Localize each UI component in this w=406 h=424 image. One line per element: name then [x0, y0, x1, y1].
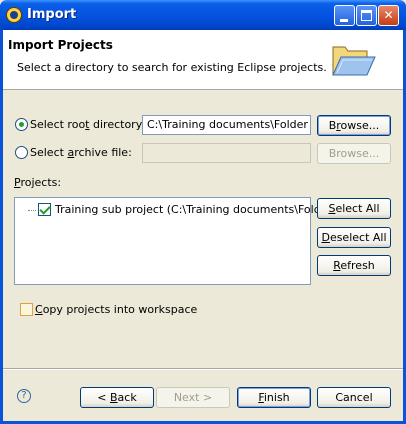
projects-list[interactable]: Training sub project (C:\Training docume…	[14, 197, 336, 285]
window-title: Import	[27, 7, 77, 22]
tree-connector	[28, 210, 36, 211]
root-browse-button[interactable]: Browse...	[317, 115, 391, 136]
archive-file-radio[interactable]	[15, 146, 28, 159]
root-directory-radio[interactable]	[15, 118, 28, 131]
copy-projects-checkbox[interactable]	[20, 303, 33, 316]
select-all-button[interactable]: Select All	[317, 198, 391, 219]
project-checkbox[interactable]	[38, 203, 51, 216]
archive-file-label[interactable]: Select archive file:	[30, 146, 132, 159]
refresh-button[interactable]: Refresh	[317, 255, 391, 276]
maximize-button[interactable]	[356, 5, 377, 26]
page-description: Select a directory to search for existin…	[17, 61, 327, 74]
root-directory-input[interactable]: C:\Training documents\Folder	[142, 115, 311, 135]
projects-label: Projects:	[14, 176, 62, 189]
help-icon[interactable]: ?	[17, 389, 31, 403]
project-item-label[interactable]: Training sub project (C:\Training docume…	[55, 203, 336, 216]
wizard-header: Import Projects Select a directory to se…	[3, 30, 403, 90]
cancel-button[interactable]: Cancel	[317, 387, 391, 408]
page-title: Import Projects	[8, 38, 113, 52]
import-dialog: Import Import Projects Select a director…	[0, 0, 406, 424]
back-button[interactable]: < Back	[80, 387, 154, 408]
archive-browse-button[interactable]: Browse...	[317, 143, 391, 164]
eclipse-icon	[6, 7, 22, 23]
dialog-body: Import Projects Select a directory to se…	[3, 30, 403, 421]
finish-button[interactable]: Finish	[237, 387, 311, 408]
copy-projects-label[interactable]: Copy projects into workspace	[35, 303, 197, 316]
minimize-button[interactable]	[334, 5, 355, 26]
open-folder-icon	[332, 46, 376, 76]
deselect-all-button[interactable]: Deselect All	[317, 227, 391, 248]
root-directory-label[interactable]: Select root directory:	[30, 118, 145, 131]
archive-file-input[interactable]	[142, 143, 311, 163]
footer-divider	[3, 368, 403, 370]
close-button[interactable]	[378, 5, 399, 26]
next-button[interactable]: Next >	[156, 387, 230, 408]
title-bar[interactable]: Import	[0, 0, 406, 30]
